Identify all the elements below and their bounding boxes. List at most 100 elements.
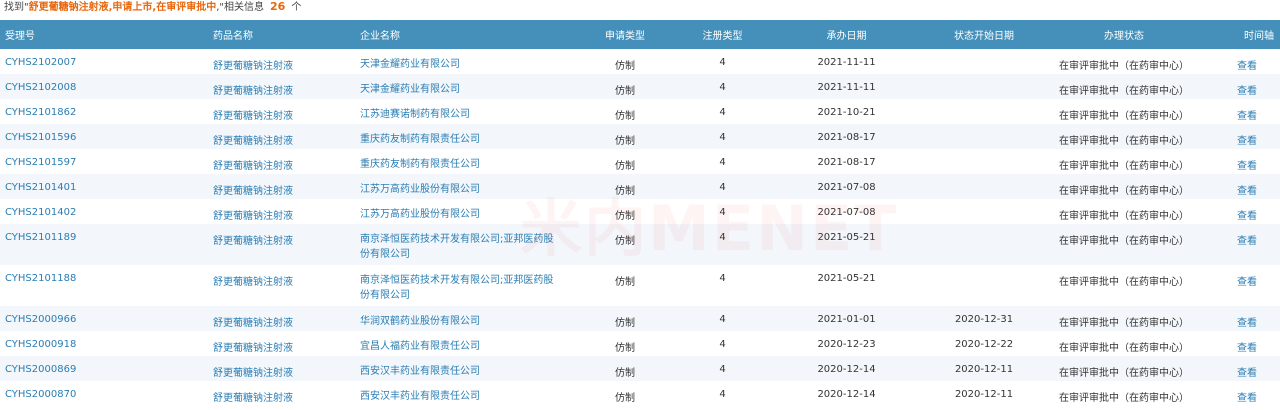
company-name-text[interactable]: 天津金耀药业有限公司 [360,82,560,97]
company-name-link[interactable]: 重庆药友制药有限责任公司 [326,149,574,174]
processing-status-cell: 在审评审批中（在药审中心） [1059,161,1189,172]
application-id-link[interactable]: CYHS2101862 [0,99,76,124]
drug-name-link[interactable]: 舒更葡糖钠注射液 [76,381,326,406]
summary-query: 舒更葡糖钠注射液,申请上市,在审评审批中 [28,2,217,13]
timeline-view-link[interactable]: 查看 [1204,124,1280,149]
timeline-view-link[interactable]: 查看 [1204,74,1280,99]
company-name-text[interactable]: 西安汉丰药业有限责任公司 [360,364,560,379]
column-header-date[interactable]: 承办日期 [769,20,924,49]
company-name-link[interactable]: 江苏万高药业股份有限公司 [326,174,574,199]
company-name-text[interactable]: 重庆药友制药有限责任公司 [360,132,560,147]
timeline-view-link[interactable]: 查看 [1204,99,1280,124]
application-id-link[interactable]: CYHS2000966 [0,306,76,331]
application-id-link[interactable]: CYHS2101188 [0,265,76,306]
timeline-view-link[interactable]: 查看 [1204,174,1280,199]
company-name-link[interactable]: 南京泽恒医药技术开发有限公司;亚邦医药股份有限公司 [326,224,574,265]
drug-name-link[interactable]: 舒更葡糖钠注射液 [76,124,326,149]
drug-name-link[interactable]: 舒更葡糖钠注射液 [76,265,326,306]
company-name-text[interactable]: 江苏万高药业股份有限公司 [360,207,560,222]
drug-name-link[interactable]: 舒更葡糖钠注射液 [76,306,326,331]
application-id-link[interactable]: CYHS2101401 [0,174,76,199]
column-header-drug[interactable]: 药品名称 [76,20,326,49]
column-header-status-start[interactable]: 状态开始日期 [924,20,1044,49]
company-name-link[interactable]: 重庆药友制药有限责任公司 [326,124,574,149]
drug-name-link[interactable]: 舒更葡糖钠注射液 [76,224,326,265]
status-start-date-cell [924,199,1044,224]
status-start-date-cell [924,124,1044,149]
timeline-view-link[interactable]: 查看 [1204,306,1280,331]
application-id-link[interactable]: CYHS2101597 [0,149,76,174]
column-header-id[interactable]: 受理号 [0,20,76,49]
table-row: CYHS2000966 舒更葡糖钠注射液 华润双鹤药业股份有限公司 仿制 4 2021-0… [0,306,1280,331]
timeline-view-link[interactable]: 查看 [1204,49,1280,74]
company-name-text[interactable]: 天津金耀药业有限公司 [360,57,560,72]
apply-type-cell: 仿制 [615,186,635,197]
column-header-timeline[interactable]: 时间轴 [1204,20,1280,49]
company-name-text[interactable]: 西安汉丰药业有限责任公司 [360,389,560,404]
company-name-text[interactable]: 南京泽恒医药技术开发有限公司;亚邦医药股份有限公司 [360,232,560,262]
reg-type-cell: 4 [719,107,726,118]
drug-name-link[interactable]: 舒更葡糖钠注射液 [76,356,326,381]
undertake-date-cell: 2021-07-08 [817,182,876,193]
column-header-reg-type[interactable]: 注册类型 [676,20,769,49]
status-start-date-cell [924,49,1044,74]
column-header-apply-type[interactable]: 申请类型 [574,20,676,49]
drug-name-link[interactable]: 舒更葡糖钠注射液 [76,174,326,199]
application-id-link[interactable]: CYHS2000918 [0,331,76,356]
company-name-link[interactable]: 南京泽恒医药技术开发有限公司;亚邦医药股份有限公司 [326,265,574,306]
processing-status-cell: 在审评审批中（在药审中心） [1059,61,1189,72]
timeline-view-link[interactable]: 查看 [1204,356,1280,381]
application-id-link[interactable]: CYHS2101189 [0,224,76,265]
company-name-text[interactable]: 南京泽恒医药技术开发有限公司;亚邦医药股份有限公司 [360,273,560,303]
company-name-link[interactable]: 西安汉丰药业有限责任公司 [326,356,574,381]
timeline-view-link[interactable]: 查看 [1204,199,1280,224]
drug-name-link[interactable]: 舒更葡糖钠注射液 [76,74,326,99]
company-name-link[interactable]: 天津金耀药业有限公司 [326,74,574,99]
table-row: CYHS2000869 舒更葡糖钠注射液 西安汉丰药业有限责任公司 仿制 4 2020-1… [0,356,1280,381]
reg-type-cell: 4 [719,132,726,143]
apply-type-cell: 仿制 [615,368,635,379]
company-name-link[interactable]: 宜昌人福药业有限责任公司 [326,331,574,356]
company-name-text[interactable]: 重庆药友制药有限责任公司 [360,157,560,172]
status-start-date-cell [924,265,1044,306]
drug-name-link[interactable]: 舒更葡糖钠注射液 [76,49,326,74]
company-name-link[interactable]: 天津金耀药业有限公司 [326,49,574,74]
application-id-link[interactable]: CYHS2102007 [0,49,76,74]
column-header-company[interactable]: 企业名称 [326,20,574,49]
timeline-view-link[interactable]: 查看 [1204,149,1280,174]
application-id-link[interactable]: CYHS2000869 [0,356,76,381]
company-name-link[interactable]: 西安汉丰药业有限责任公司 [326,381,574,406]
company-name-text[interactable]: 宜昌人福药业有限责任公司 [360,339,560,354]
timeline-view-link[interactable]: 查看 [1204,265,1280,306]
company-name-text[interactable]: 华润双鹤药业股份有限公司 [360,314,560,329]
processing-status-cell: 在审评审批中（在药审中心） [1059,211,1189,222]
timeline-view-link[interactable]: 查看 [1204,331,1280,356]
application-id-link[interactable]: CYHS2102008 [0,74,76,99]
processing-status-cell: 在审评审批中（在药审中心） [1059,343,1189,354]
application-id-link[interactable]: CYHS2101596 [0,124,76,149]
drug-name-link[interactable]: 舒更葡糖钠注射液 [76,99,326,124]
company-name-link[interactable]: 华润双鹤药业股份有限公司 [326,306,574,331]
table-row: CYHS2101401 舒更葡糖钠注射液 江苏万高药业股份有限公司 仿制 4 2021-0… [0,174,1280,199]
table-row: CYHS2101188 舒更葡糖钠注射液 南京泽恒医药技术开发有限公司;亚邦医药股份… [0,265,1280,306]
application-id-link[interactable]: CYHS2101402 [0,199,76,224]
company-name-link[interactable]: 江苏万高药业股份有限公司 [326,199,574,224]
drug-name-link[interactable]: 舒更葡糖钠注射液 [76,149,326,174]
drug-name-link[interactable]: 舒更葡糖钠注射液 [76,199,326,224]
company-name-text[interactable]: 江苏万高药业股份有限公司 [360,182,560,197]
column-header-status[interactable]: 办理状态 [1044,20,1204,49]
drug-name-link[interactable]: 舒更葡糖钠注射液 [76,331,326,356]
timeline-view-link[interactable]: 查看 [1204,224,1280,265]
processing-status-cell: 在审评审批中（在药审中心） [1059,186,1189,197]
result-count: 26 [270,0,286,13]
processing-status-cell: 在审评审批中（在药审中心） [1059,86,1189,97]
processing-status-cell: 在审评审批中（在药审中心） [1059,236,1189,247]
application-id-link[interactable]: CYHS2000870 [0,381,76,406]
apply-type-cell: 仿制 [615,277,635,288]
company-name-text[interactable]: 江苏迪赛诺制药有限公司 [360,107,560,122]
apply-type-cell: 仿制 [615,111,635,122]
timeline-view-link[interactable]: 查看 [1204,381,1280,406]
status-start-date-cell: 2020-12-11 [954,389,1014,400]
company-name-link[interactable]: 江苏迪赛诺制药有限公司 [326,99,574,124]
undertake-date-cell: 2021-11-11 [817,82,876,93]
